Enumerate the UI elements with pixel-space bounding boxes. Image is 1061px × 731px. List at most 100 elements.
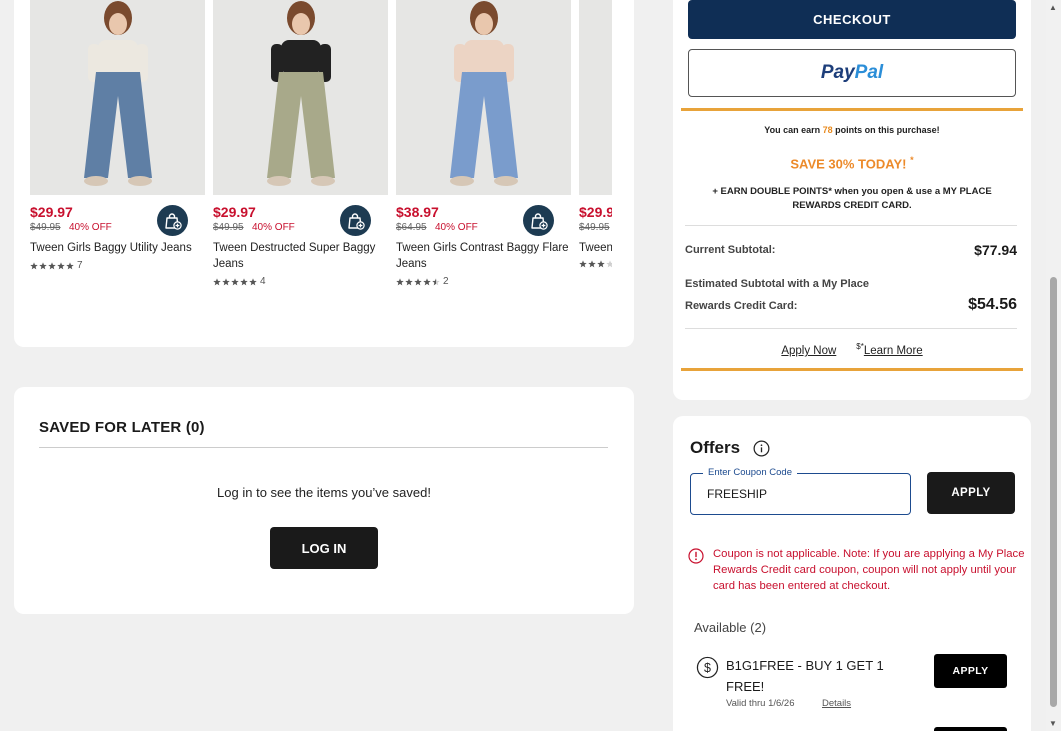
recommendations-card: $29.97 $49.95 40% OFF Tween Girls Baggy …	[14, 0, 634, 347]
offers-title: Offers	[690, 438, 741, 457]
offers-card: Offers Enter Coupon Code APPLY Coupon is…	[673, 416, 1031, 731]
star-icon	[39, 261, 47, 269]
star-icon	[48, 261, 56, 269]
info-icon[interactable]	[753, 440, 770, 457]
save-30-promo: SAVE 30% TODAY! *	[681, 155, 1023, 171]
star-icon	[588, 260, 596, 268]
product-rating: 4	[213, 276, 266, 287]
star-icon	[405, 277, 413, 285]
star-icon	[213, 277, 221, 285]
product-discount: 40% OFF	[435, 222, 478, 233]
star-icon	[579, 260, 587, 268]
divider	[685, 225, 1017, 226]
star-icon	[597, 260, 605, 268]
product-name[interactable]: Tween Girls Super	[579, 240, 612, 256]
apply-offer-button[interactable]: APPLY	[934, 654, 1007, 688]
star-icon	[57, 261, 65, 269]
add-to-bag-button[interactable]	[157, 205, 188, 236]
card-links: Apply Now $*Learn More	[681, 342, 1023, 357]
rating-stars	[396, 277, 440, 286]
earn-prefix: You can earn	[764, 125, 823, 135]
paypal-logo-pay: Pay	[820, 62, 855, 83]
learn-more-link[interactable]: Learn More	[864, 345, 923, 357]
review-count: 7	[77, 260, 83, 271]
add-to-bag-button[interactable]	[523, 205, 554, 236]
svg-text:$: $	[704, 661, 711, 675]
available-offers-heading: Available (2)	[694, 620, 767, 635]
product-discount: 40% OFF	[69, 222, 112, 233]
offer-valid-date: Valid thru 1/6/26	[726, 698, 795, 709]
product-name[interactable]: Tween Girls Baggy Utility Jeans	[30, 240, 205, 256]
product-image[interactable]	[30, 0, 205, 195]
bag-plus-icon	[347, 212, 365, 230]
coupon-error-message: Coupon is not applicable. Note: If you a…	[713, 548, 1025, 592]
apply-offer-button-2[interactable]	[934, 727, 1007, 731]
estimated-subtotal-label-2: Rewards Credit Card:	[685, 300, 798, 312]
star-icon	[30, 261, 38, 269]
product-image[interactable]	[213, 0, 388, 195]
scroll-up-arrow-icon[interactable]: ▲	[1049, 3, 1057, 12]
earn-suffix: points on this purchase!	[832, 125, 940, 135]
product-card[interactable]: $38.97 $64.95 40% OFF Tween Girls Contra…	[396, 0, 571, 287]
apply-coupon-button[interactable]: APPLY	[927, 472, 1015, 514]
star-icon	[396, 277, 404, 285]
review-count: 2	[443, 276, 449, 287]
product-card[interactable]: $29.97 $49.95 Tween Girls Super	[579, 0, 612, 268]
review-count: 4	[260, 276, 266, 287]
product-card[interactable]: $29.97 $49.95 40% OFF Tween Girls Baggy …	[30, 0, 205, 271]
saved-for-later-card: SAVED FOR LATER (0) Log in to see the it…	[14, 387, 634, 614]
star-icon	[231, 277, 239, 285]
earn-points-value: 78	[822, 125, 833, 135]
star-icon	[606, 260, 612, 268]
product-original-price: $49.95	[579, 222, 610, 233]
coupon-code-label: Enter Coupon Code	[703, 467, 797, 478]
product-original-price: $49.95	[30, 222, 61, 233]
rating-stars	[579, 260, 612, 268]
offer-name: B1G1FREE - BUY 1 GET 1 FREE!	[726, 658, 884, 694]
apply-now-link[interactable]: Apply Now	[781, 345, 836, 357]
scrollbar-thumb[interactable]	[1050, 277, 1057, 707]
scroll-down-arrow-icon[interactable]: ▼	[1049, 719, 1057, 728]
divider	[681, 108, 1023, 111]
learn-more-mark: $*	[856, 342, 864, 351]
star-icon	[414, 277, 422, 285]
product-discount: 40% OFF	[252, 222, 295, 233]
product-name[interactable]: Tween Destructed Super Baggy Jeans	[213, 240, 388, 272]
bag-plus-icon	[530, 212, 548, 230]
add-to-bag-button[interactable]	[340, 205, 371, 236]
paypal-button[interactable]: Pay Pal	[688, 49, 1016, 97]
error-icon	[688, 548, 704, 564]
estimated-subtotal-label-1: Estimated Subtotal with a My Place	[685, 278, 869, 290]
page-scrollbar[interactable]: ▲ ▼	[1046, 0, 1061, 731]
order-summary-card: CHECKOUT Pay Pal You can earn 78 points o…	[673, 0, 1031, 400]
product-rating: 2	[396, 276, 449, 287]
product-price: $38.97	[396, 204, 439, 220]
checkout-button[interactable]: CHECKOUT	[688, 0, 1016, 39]
product-card[interactable]: $29.97 $49.95 40% OFF Tween Destructed S…	[213, 0, 388, 287]
earn-points-text: You can earn 78 points on this purchase!	[681, 125, 1023, 135]
saved-login-message: Log in to see the items you’ve saved!	[217, 485, 431, 500]
login-button[interactable]: LOG IN	[270, 527, 378, 569]
bag-plus-icon	[164, 212, 182, 230]
rating-stars	[213, 277, 257, 286]
current-subtotal-label: Current Subtotal:	[685, 244, 776, 256]
product-price: $29.97	[579, 204, 612, 220]
product-price: $29.97	[213, 204, 256, 220]
product-original-price: $64.95	[396, 222, 427, 233]
product-image[interactable]	[396, 0, 571, 195]
offer-details-link[interactable]: Details	[822, 698, 851, 709]
dollar-coupon-icon: $	[696, 656, 719, 679]
coupon-code-input[interactable]	[707, 487, 897, 501]
star-icon	[432, 277, 440, 285]
current-subtotal-value: $77.94	[974, 242, 1017, 258]
divider	[39, 447, 608, 448]
product-rating: 7	[30, 260, 83, 271]
product-carousel: $29.97 $49.95 40% OFF Tween Girls Baggy …	[30, 0, 612, 310]
divider	[681, 368, 1023, 371]
product-name[interactable]: Tween Girls Contrast Baggy Flare Jeans	[396, 240, 571, 272]
coupon-code-field[interactable]: Enter Coupon Code	[690, 467, 911, 515]
double-points-text: + EARN DOUBLE POINTS* when you open & us…	[712, 186, 992, 211]
star-icon	[423, 277, 431, 285]
star-icon	[222, 277, 230, 285]
product-image[interactable]	[579, 0, 612, 195]
